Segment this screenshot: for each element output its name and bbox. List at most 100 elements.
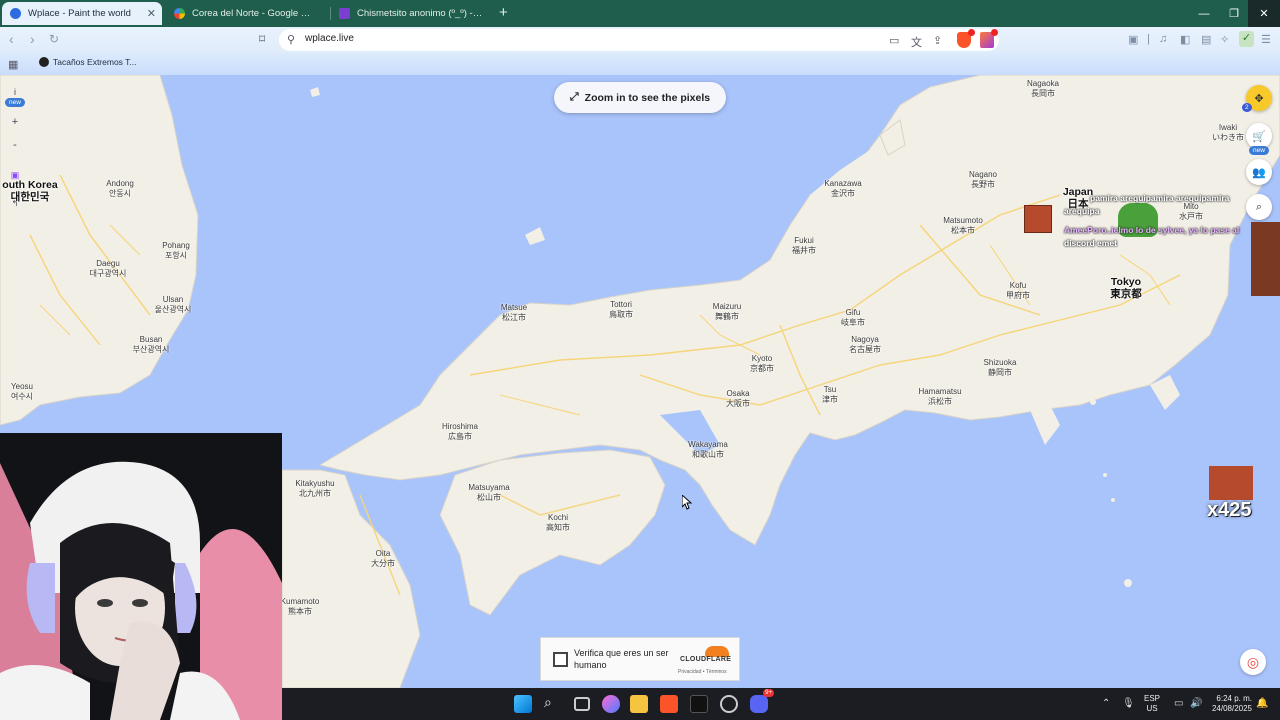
chat-line-4: discord emet	[1064, 238, 1117, 248]
link-separator: •	[702, 669, 705, 675]
task-view-icon[interactable]	[574, 697, 590, 711]
privacy-link[interactable]: Privacidad	[678, 669, 701, 675]
bookmark-item[interactable]: Tacaños Extremos T...	[39, 57, 136, 67]
streamer-webcam-image	[0, 433, 282, 720]
url-text[interactable]: wplace.live	[305, 33, 354, 44]
label-tsu: Tsu 津市	[822, 385, 838, 404]
label-nagoya: Nagoya 名古屋市	[849, 335, 881, 354]
chat-line-3: AmeePoro..ielmo lo de sylvee, ya lo pase…	[1064, 225, 1240, 235]
label-andong: Andong 안동시	[106, 179, 134, 198]
label-kumamoto: Kumamoto 熊本市	[280, 597, 320, 616]
windows-start-icon[interactable]	[514, 695, 532, 713]
locate-me-icon[interactable]: ◎	[1240, 649, 1266, 675]
translate-icon[interactable]: 文	[911, 34, 922, 50]
bookmark-icon[interactable]: ⌑	[259, 32, 265, 46]
search-icon[interactable]: ⌕	[544, 694, 562, 712]
info-button[interactable]: i	[4, 87, 26, 97]
label-wakayama: Wakayama 和歌山市	[688, 440, 728, 459]
label-kofu: Kofu 甲府市	[1006, 281, 1030, 300]
system-clock[interactable]: 6:24 p. m. 24/08/2025	[1200, 694, 1252, 714]
rewards-badge	[991, 29, 998, 36]
chat-line-1: pamira arequipamira arequipamira	[1090, 193, 1230, 203]
leo-icon[interactable]: ✧	[1220, 33, 1229, 46]
label-maizuru: Maizuru 舞鶴市	[712, 302, 742, 321]
label-busan: Busan 부산광역시	[132, 335, 170, 354]
zoom-out-button[interactable]: -	[4, 139, 26, 151]
label-ulsan: Ulsan 울산광역시	[154, 295, 192, 314]
close-window-icon[interactable]: ✕	[1248, 0, 1280, 27]
webcam-overlay	[0, 433, 282, 720]
brave-browser-icon[interactable]	[660, 695, 678, 713]
zoom-in-button[interactable]: +	[4, 116, 26, 128]
captcha-checkbox[interactable]	[553, 652, 568, 667]
tab-forms[interactable]: Chismetsito anonimo (º_º) - Form	[331, 2, 491, 25]
address-bar[interactable]: ⚲ wplace.live ▭ 文 ⇪	[279, 29, 999, 51]
label-iwaki: Iwaki いわき市	[1212, 123, 1244, 142]
cast-icon[interactable]: ▭	[889, 34, 899, 47]
tab-wplace[interactable]: Wplace - Paint the world ✕	[2, 2, 162, 25]
screenshot-icon[interactable]: ▣	[1128, 33, 1138, 46]
label-osaka: Osaka 大阪市	[726, 389, 750, 408]
network-icon[interactable]: ▭	[1174, 698, 1183, 709]
globe-icon	[10, 8, 21, 19]
maps-icon	[174, 8, 185, 19]
share-icon[interactable]: ⇪	[933, 34, 942, 47]
screen: Wplace - Paint the world ✕ Corea del Nor…	[0, 0, 1280, 720]
brave-shields-icon[interactable]	[957, 29, 975, 48]
search-location-icon[interactable]: ⌕	[1246, 194, 1272, 220]
reload-icon[interactable]: ↻	[49, 32, 59, 46]
taskbar: ⌕ 9+ ⌃ 🎙 ESP US ▭ 🔊 6:24 p. m. 24/08/202…	[282, 688, 1280, 720]
toolbar-divider: |	[1147, 33, 1150, 45]
keyboard-language[interactable]: ESP US	[1144, 694, 1160, 714]
new-tab-icon[interactable]: +	[499, 4, 508, 21]
back-icon[interactable]: ‹	[9, 31, 14, 47]
microphone-icon[interactable]: 🎙	[1122, 698, 1135, 709]
cloudflare-brand: CLOUDFLARE	[680, 656, 732, 663]
label-hiroshima: Hiroshima 広島市	[441, 422, 479, 441]
site-settings-icon[interactable]: ⚲	[287, 33, 295, 46]
brave-rewards-icon[interactable]	[980, 29, 998, 48]
toolbar: ‹ › ↻ ⌑ ⚲ wplace.live ▭ 文 ⇪ ▣ | ♫ ◧ ▤ ✧ …	[0, 27, 1280, 53]
zoom-prompt[interactable]: ⤢ Zoom in to see the pixels	[554, 82, 726, 113]
discord-notification-badge: 9+	[763, 689, 774, 697]
label-oita: Oita 大分市	[371, 549, 395, 568]
minimize-icon[interactable]: —	[1188, 0, 1220, 27]
apps-grid-icon[interactable]: ▦	[8, 58, 18, 71]
tray-chevron-icon[interactable]: ⌃	[1102, 698, 1110, 709]
bookmark-favicon-icon	[39, 57, 49, 67]
zoom-in-icon: ⤢	[569, 91, 579, 103]
obs-icon[interactable]	[720, 695, 738, 713]
cloudflare-captcha: Verifica que eres un ser humano CLOUDFLA…	[540, 637, 740, 681]
pixel-art-face	[1024, 205, 1052, 233]
notification-bell-icon[interactable]: 🔔	[1256, 698, 1268, 709]
discord-icon[interactable]: 9+	[750, 689, 774, 713]
file-explorer-icon[interactable]	[630, 695, 648, 713]
label-yeosu: Yeosu 여수시	[10, 382, 34, 401]
forward-icon[interactable]: ›	[30, 31, 35, 47]
pixel-art-face-edge	[1251, 222, 1280, 296]
label-matsuyama: Matsuyama 松山市	[468, 483, 510, 502]
label-matsue: Matsue 松江市	[500, 303, 528, 322]
terms-link[interactable]: Términos	[706, 669, 727, 675]
menu-icon[interactable]: ☰	[1261, 33, 1271, 46]
label-tokyo: Tokyo 東京都	[1110, 276, 1142, 300]
tab-strip: Wplace - Paint the world ✕ Corea del Nor…	[0, 0, 1280, 27]
restore-icon[interactable]: ❐	[1218, 0, 1250, 27]
new-badge: new	[5, 98, 25, 107]
terminal-icon[interactable]	[690, 695, 708, 713]
label-matsumoto: Matsumoto 松本市	[943, 216, 983, 235]
wallet-icon[interactable]: ▤	[1201, 33, 1211, 46]
label-nagaoka: Nagaoka 長岡市	[1026, 79, 1060, 98]
label-kyoto: Kyoto 京都市	[750, 354, 774, 373]
close-tab-icon[interactable]: ✕	[147, 7, 156, 20]
music-icon[interactable]: ♫	[1159, 33, 1167, 45]
label-shizuoka: Shizuoka 静岡市	[983, 358, 1017, 377]
label-daegu: Daegu 대구광역시	[89, 259, 127, 278]
share-location-icon[interactable]: ↰	[4, 199, 26, 208]
tab-google-maps[interactable]: Corea del Norte - Google Maps	[166, 2, 326, 25]
users-icon[interactable]: 👥	[1246, 159, 1272, 185]
twitch-icon[interactable]: ▣	[4, 170, 26, 181]
vpn-shield-icon[interactable]: ✓	[1239, 31, 1254, 47]
copilot-icon[interactable]	[602, 695, 620, 713]
sidebar-icon[interactable]: ◧	[1180, 33, 1190, 46]
